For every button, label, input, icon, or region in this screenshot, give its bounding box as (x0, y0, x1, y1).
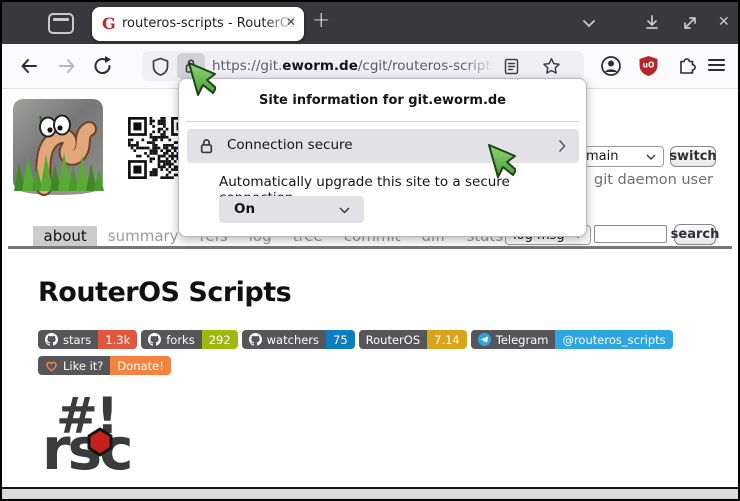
branch-select[interactable]: main (578, 146, 664, 167)
badge-watchers[interactable]: watchers 75 (242, 330, 355, 349)
reader-view-icon[interactable] (504, 58, 519, 75)
search-input[interactable] (594, 225, 667, 243)
ublock-origin-icon[interactable]: uO (638, 55, 659, 77)
bookmark-star-icon[interactable] (542, 57, 561, 75)
browser-window: G routeros-scripts - RouterOS ✕ + ✕ (0, 0, 740, 501)
github-icon (148, 333, 161, 346)
site-information-popup: Site information for git.eworm.de Connec… (178, 78, 587, 237)
back-icon[interactable] (18, 56, 40, 76)
badge-value: @routeros_scripts (555, 330, 672, 349)
cgit-favicon-icon: G (102, 14, 116, 33)
account-icon[interactable] (600, 55, 622, 77)
branch-select-value: main (586, 149, 618, 164)
badge-label: Like it? (63, 359, 103, 373)
url-scheme: https://git. (212, 58, 282, 74)
connection-secure-label: Connection secure (227, 137, 353, 153)
badge-routeros[interactable]: RouterOS 7.14 (359, 330, 467, 349)
badge-label: stars (63, 333, 91, 347)
popup-title: Site information for git.eworm.de (179, 93, 586, 108)
extensions-puzzle-icon[interactable] (676, 55, 698, 77)
chevron-down-icon (646, 154, 656, 160)
badge-label: watchers (267, 333, 319, 347)
popup-divider (186, 121, 579, 122)
chevron-down-icon (339, 207, 350, 214)
tab-close-icon[interactable]: ✕ (286, 15, 296, 29)
badge-value: 75 (326, 330, 355, 349)
badge-row-2: Like it? Donate! (38, 356, 171, 375)
chevron-right-icon (558, 139, 566, 153)
url-path: /cgit/routeros-scripts/ab (358, 58, 497, 74)
badge-label: forks (166, 333, 194, 347)
github-icon (249, 333, 262, 346)
https-upgrade-value: On (234, 201, 255, 217)
tracking-protection-shield-icon[interactable] (152, 57, 169, 76)
lock-icon (199, 137, 214, 155)
firefox-view-icon[interactable] (48, 13, 74, 34)
badge-label: Telegram (496, 333, 549, 347)
cgit-tab-summary[interactable]: summary (97, 226, 189, 246)
badge-value: Donate! (110, 356, 170, 375)
badge-value: 292 (202, 330, 238, 349)
mouse-cursor (486, 144, 516, 184)
cgit-tab-about[interactable]: about (33, 226, 97, 246)
eworm-logo[interactable] (10, 96, 106, 200)
page-title: RouterOS Scripts (38, 277, 291, 308)
titlebar: G routeros-scripts - RouterOS ✕ + ✕ (2, 2, 738, 44)
connection-secure-row[interactable]: Connection secure (187, 129, 579, 163)
badge-like-it-[interactable]: Like it? Donate! (38, 356, 171, 375)
switch-button[interactable]: switch (670, 146, 716, 167)
close-window-icon[interactable]: ✕ (718, 14, 730, 30)
heart-icon (45, 360, 58, 372)
restore-window-icon[interactable] (682, 15, 698, 31)
menu-hamburger-icon[interactable] (708, 59, 725, 72)
https-upgrade-toggle[interactable]: On (219, 196, 364, 223)
list-all-tabs-chevron-icon[interactable] (582, 19, 596, 28)
badge-row-1: stars1.3kforks292watchers75RouterOS7.14T… (38, 330, 673, 349)
github-icon (45, 333, 58, 346)
window-bottom-edge (2, 489, 738, 499)
minimize-icon[interactable] (644, 15, 660, 31)
tabs-underline (8, 246, 732, 249)
url-text: https://git.eworm.de/cgit/routeros-scrip… (212, 51, 497, 81)
mouse-cursor (186, 62, 216, 102)
forward-icon[interactable] (56, 56, 78, 76)
telegram-icon (478, 333, 491, 346)
repo-owner: git daemon user (594, 172, 713, 188)
badge-forks[interactable]: forks 292 (141, 330, 237, 349)
ublock-text: uO (643, 61, 655, 70)
badge-telegram[interactable]: Telegram @routeros_scripts (471, 330, 673, 349)
badge-stars[interactable]: stars 1.3k (38, 330, 137, 349)
new-tab-button[interactable]: + (312, 8, 330, 33)
badge-label: RouterOS (366, 333, 420, 347)
search-button[interactable]: search (674, 224, 716, 245)
badge-value: 7.14 (427, 330, 467, 349)
reload-icon[interactable] (92, 55, 114, 77)
browser-tab[interactable]: G routeros-scripts - RouterOS ✕ (92, 7, 304, 41)
rsc-hexagon-icon (86, 427, 114, 457)
badge-value: 1.3k (98, 330, 137, 349)
url-domain: eworm.de (282, 58, 358, 74)
rsc-logo: #! rsc (42, 397, 172, 483)
